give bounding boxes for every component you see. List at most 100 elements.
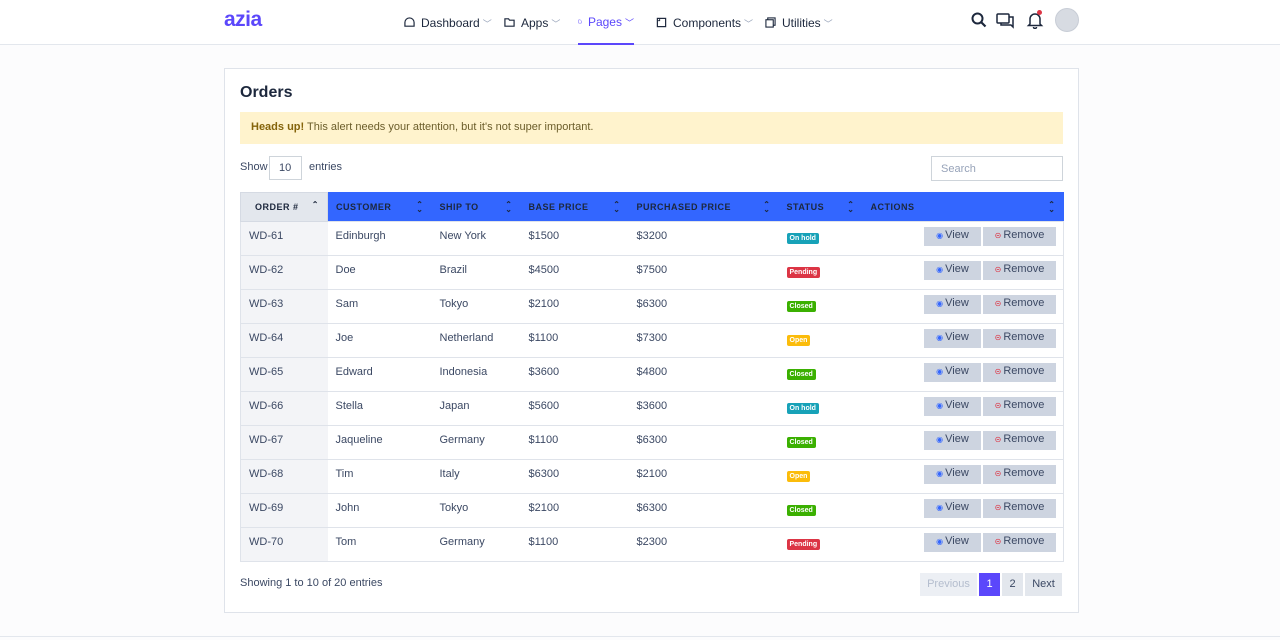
cell-actions: ◉ View ⊝ Remove — [862, 323, 1064, 358]
cell-base: $1100 — [520, 323, 629, 358]
remove-button[interactable]: ⊝ Remove — [983, 465, 1056, 484]
chat-icon[interactable] — [996, 11, 1014, 29]
remove-button[interactable]: ⊝ Remove — [983, 533, 1056, 552]
eye-icon: ◉ — [936, 367, 944, 376]
remove-button[interactable]: ⊝ Remove — [983, 499, 1056, 518]
pagination-page-2[interactable]: 2 — [1002, 573, 1023, 596]
cell-customer: Stella — [327, 391, 432, 426]
column-header-status[interactable]: Status ⌃ ⌄ — [778, 192, 863, 222]
remove-button[interactable]: ⊝ Remove — [983, 431, 1056, 450]
chevron-down-icon: ﹀ — [823, 19, 833, 29]
cell-purchased: $2100 — [628, 459, 779, 494]
remove-circle-icon: ⊝ — [994, 537, 1002, 546]
nav-apps[interactable]: Apps ﹀ — [504, 0, 560, 45]
pagination-next[interactable]: Next — [1025, 573, 1062, 596]
remove-button[interactable]: ⊝ Remove — [983, 261, 1056, 280]
cell-purchased: $7300 — [628, 323, 779, 358]
search-icon[interactable] — [970, 11, 988, 29]
table-info: Showing 1 to 10 of 20 entries — [240, 577, 383, 589]
remove-circle-icon: ⊝ — [994, 265, 1002, 274]
status-badge: Closed — [786, 505, 816, 516]
remove-button[interactable]: ⊝ Remove — [983, 227, 1056, 246]
column-header-base-price[interactable]: Base Price ⌃ ⌄ — [520, 192, 629, 222]
view-button[interactable]: ◉ View — [924, 363, 981, 382]
entries-label: entries — [309, 161, 343, 173]
column-header-order[interactable]: Order # ⌃ — [240, 192, 328, 222]
cell-purchased: $6300 — [628, 493, 779, 528]
folder-icon — [504, 18, 515, 27]
remove-circle-icon: ⊝ — [994, 435, 1002, 444]
remove-label: Remove — [1003, 501, 1045, 513]
nav-utilities[interactable]: Utilities ﹀ — [765, 0, 833, 45]
view-label: View — [945, 331, 969, 343]
nav-components[interactable]: Components ﹀ — [656, 0, 753, 45]
column-label: Actions — [870, 202, 915, 212]
cell-status: On hold — [778, 221, 863, 256]
remove-label: Remove — [1003, 365, 1045, 377]
cell-order: WD-66 — [240, 391, 328, 426]
entries-select[interactable]: 10 — [269, 156, 302, 180]
remove-button[interactable]: ⊝ Remove — [983, 363, 1056, 382]
remove-label: Remove — [1003, 535, 1045, 547]
pagination-page-1[interactable]: 1 — [979, 573, 1000, 596]
cell-status: Closed — [778, 357, 863, 392]
nav-label: Dashboard — [421, 15, 480, 30]
sort-icon: ⌃ ⌄ — [847, 200, 855, 214]
cell-customer: Jaqueline — [327, 425, 432, 460]
cell-ship: New York — [431, 221, 521, 256]
chevron-down-icon: ﹀ — [482, 19, 492, 29]
eye-icon: ◉ — [936, 537, 944, 546]
table-row: WD-63 Sam Tokyo $2100 $6300 Closed ◉ View ⊝ Remov… — [240, 289, 1064, 324]
cell-purchased: $6300 — [628, 289, 779, 324]
table-row: WD-69 John Tokyo $2100 $6300 Closed ◉ View ⊝ Remo… — [240, 493, 1064, 528]
view-button[interactable]: ◉ View — [924, 499, 981, 518]
view-button[interactable]: ◉ View — [924, 533, 981, 552]
view-button[interactable]: ◉ View — [924, 431, 981, 450]
remove-circle-icon: ⊝ — [994, 401, 1002, 410]
pagination-previous[interactable]: Previous — [920, 573, 977, 596]
remove-label: Remove — [1003, 433, 1045, 445]
remove-button[interactable]: ⊝ Remove — [983, 295, 1056, 314]
remove-label: Remove — [1003, 399, 1045, 411]
eye-icon: ◉ — [936, 503, 944, 512]
document-icon — [578, 19, 582, 24]
nav-label: Pages — [587, 14, 622, 29]
view-label: View — [945, 535, 969, 547]
cell-ship: Netherland — [431, 323, 521, 358]
eye-icon: ◉ — [936, 333, 944, 342]
sort-icon: ⌃ ⌄ — [613, 200, 621, 214]
view-button[interactable]: ◉ View — [924, 465, 981, 484]
column-header-purchased-price[interactable]: Purchased Price ⌃ ⌄ — [628, 192, 779, 222]
cell-ship: Italy — [431, 459, 521, 494]
nav-dashboard[interactable]: Dashboard ﹀ — [404, 0, 492, 45]
column-header-actions[interactable]: Actions ⌃ ⌄ — [862, 192, 1064, 222]
search-input[interactable] — [931, 156, 1063, 181]
cell-order: WD-61 — [240, 221, 328, 256]
view-button[interactable]: ◉ View — [924, 227, 981, 246]
column-header-ship-to[interactable]: Ship To ⌃ ⌄ — [431, 192, 521, 222]
nav-pages[interactable]: Pages ﹀ — [578, 0, 634, 45]
cell-actions: ◉ View ⊝ Remove — [862, 391, 1064, 426]
eye-icon: ◉ — [936, 299, 944, 308]
page-title: Orders — [240, 84, 293, 101]
cell-customer: Doe — [327, 255, 432, 290]
brand-logo[interactable]: azia — [224, 8, 262, 32]
cell-status: Pending — [778, 255, 863, 290]
cell-base: $1100 — [520, 425, 629, 460]
cell-base: $2100 — [520, 493, 629, 528]
cell-actions: ◉ View ⊝ Remove — [862, 425, 1064, 460]
status-badge: On hold — [786, 403, 819, 414]
view-button[interactable]: ◉ View — [924, 295, 981, 314]
view-button[interactable]: ◉ View — [924, 397, 981, 416]
cell-ship: Japan — [431, 391, 521, 426]
remove-circle-icon: ⊝ — [994, 299, 1002, 308]
remove-button[interactable]: ⊝ Remove — [983, 397, 1056, 416]
cell-ship: Germany — [431, 425, 521, 460]
remove-button[interactable]: ⊝ Remove — [983, 329, 1056, 348]
cell-base: $2100 — [520, 289, 629, 324]
avatar[interactable] — [1055, 8, 1079, 32]
column-header-customer[interactable]: Customer ⌃ ⌄ — [327, 192, 432, 222]
view-button[interactable]: ◉ View — [924, 329, 981, 348]
view-button[interactable]: ◉ View — [924, 261, 981, 280]
status-badge: Closed — [786, 369, 816, 380]
